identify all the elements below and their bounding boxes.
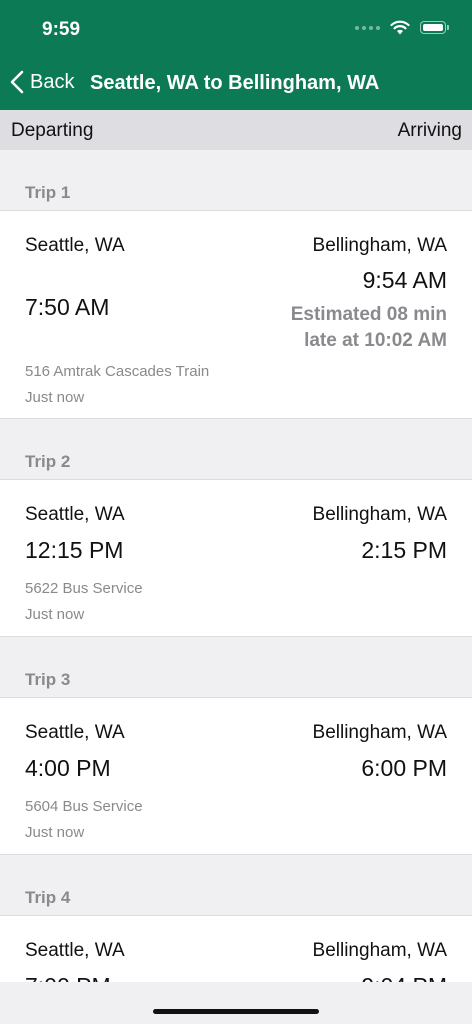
back-button[interactable]: Back bbox=[10, 70, 74, 94]
section-title: Trip 4 bbox=[25, 888, 71, 907]
chevron-left-icon bbox=[10, 70, 24, 94]
status-time: 9:59 bbox=[42, 19, 81, 40]
service-name: 5604 Bus Service bbox=[25, 798, 143, 815]
departure-time: 4:00 PM bbox=[25, 755, 111, 781]
page-title: Seattle, WA to Bellingham, WA bbox=[90, 72, 380, 94]
column-header: Departing Arriving bbox=[0, 110, 472, 150]
origin-city: Seattle, WA bbox=[25, 235, 125, 256]
home-indicator[interactable] bbox=[153, 1009, 319, 1014]
section-title: Trip 1 bbox=[25, 183, 71, 202]
back-label: Back bbox=[30, 70, 75, 93]
trip-card-3[interactable]: Seattle, WA Bellingham, WA 4:00 PM 6:00 … bbox=[0, 698, 472, 855]
service-name: 5622 Bus Service bbox=[25, 580, 143, 597]
departure-time: 7:50 AM bbox=[25, 294, 110, 320]
origin-city: Seattle, WA bbox=[25, 940, 125, 961]
destination-city: Bellingham, WA bbox=[312, 722, 447, 743]
home-indicator-area bbox=[0, 982, 472, 1024]
arrival-time: 9:54 AM bbox=[362, 267, 447, 293]
status-icons bbox=[355, 20, 449, 35]
arriving-header: Arriving bbox=[397, 120, 462, 141]
departing-header: Departing bbox=[11, 120, 94, 141]
arrival-time: 6:00 PM bbox=[361, 755, 447, 781]
service-name: 516 Amtrak Cascades Train bbox=[25, 363, 210, 380]
trip-card-4[interactable]: Seattle, WA Bellingham, WA 7:00 PM 9:04 … bbox=[0, 916, 472, 982]
section-title: Trip 3 bbox=[25, 670, 71, 689]
update-time: Just now bbox=[25, 389, 85, 406]
update-time: Just now bbox=[25, 824, 85, 841]
section-header-trip-1: Trip 1 bbox=[0, 150, 472, 211]
delay-line-1: Estimated 08 min bbox=[290, 304, 447, 325]
destination-city: Bellingham, WA bbox=[312, 940, 447, 961]
section-header-trip-2: Trip 2 bbox=[0, 419, 472, 480]
navigation-bar: Back Seattle, WA to Bellingham, WA bbox=[0, 58, 472, 110]
departure-time: 7:00 PM bbox=[25, 973, 111, 982]
destination-city: Bellingham, WA bbox=[312, 235, 447, 256]
destination-city: Bellingham, WA bbox=[312, 504, 447, 525]
trip-list[interactable]: Trip 1 Seattle, WA Bellingham, WA 9:54 A… bbox=[0, 150, 472, 982]
wifi-icon bbox=[390, 20, 410, 35]
arrival-time: 2:15 PM bbox=[361, 537, 447, 563]
delay-line-2: late at 10:02 AM bbox=[304, 330, 447, 351]
status-bar: 9:59 bbox=[0, 0, 472, 58]
trip-card-2[interactable]: Seattle, WA Bellingham, WA 12:15 PM 2:15… bbox=[0, 480, 472, 637]
origin-city: Seattle, WA bbox=[25, 504, 125, 525]
update-time: Just now bbox=[25, 606, 85, 623]
trip-card-1[interactable]: Seattle, WA Bellingham, WA 9:54 AM 7:50 … bbox=[0, 211, 472, 419]
delay-notice: Estimated 08 min late at 10:02 AM bbox=[247, 302, 447, 354]
signal-icon bbox=[355, 25, 380, 30]
section-header-trip-3: Trip 3 bbox=[0, 637, 472, 698]
origin-city: Seattle, WA bbox=[25, 722, 125, 743]
section-title: Trip 2 bbox=[25, 452, 71, 471]
arrival-time: 9:04 PM bbox=[361, 973, 447, 982]
departure-time: 12:15 PM bbox=[25, 537, 124, 563]
section-header-trip-4: Trip 4 bbox=[0, 855, 472, 916]
battery-icon bbox=[420, 21, 449, 34]
